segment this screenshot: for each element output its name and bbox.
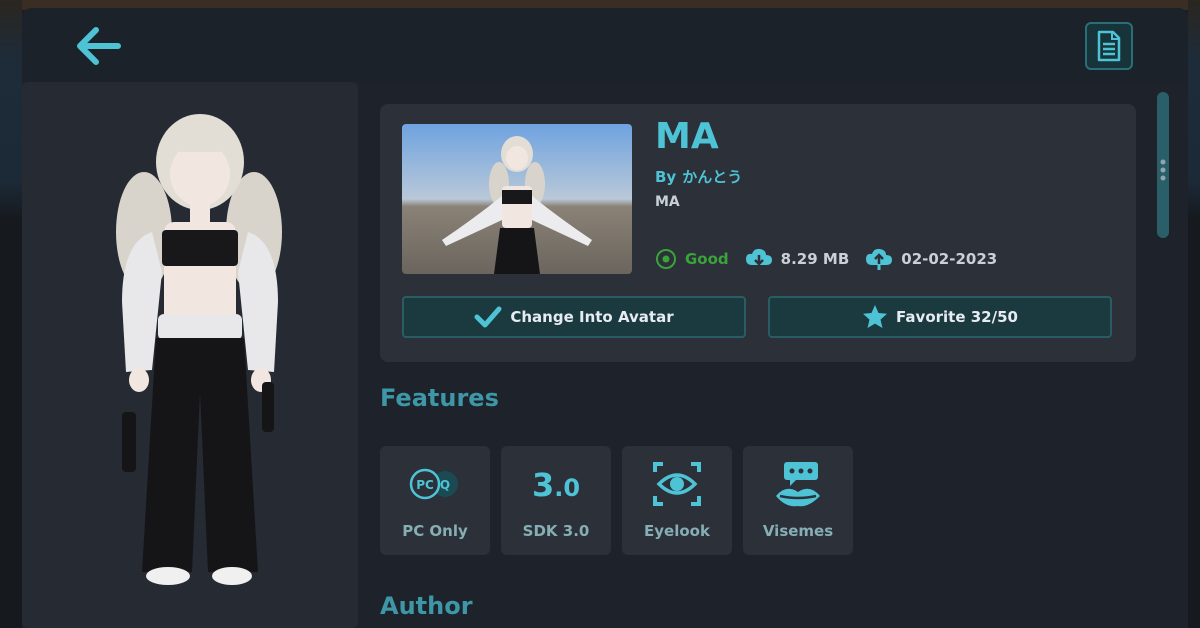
document-icon <box>1097 30 1121 62</box>
performance-rating: Good <box>655 248 729 270</box>
arrow-left-icon <box>77 27 121 65</box>
details-button[interactable] <box>1085 22 1133 70</box>
top-bar <box>22 8 1188 82</box>
eye-tracking-icon <box>653 462 701 506</box>
avatar-info-card: MA By かんとう MA Good 8.29 MB 02-02-2023 Ch… <box>380 104 1136 362</box>
feature-pc-only[interactable]: Q PC PC Only <box>380 446 490 555</box>
svg-text:Q: Q <box>440 478 450 492</box>
features-list: Q PC PC Only 3.0 SDK 3.0 Eyelook Visemes <box>380 446 864 555</box>
checkmark-icon <box>474 306 502 328</box>
author-line[interactable]: By かんとう <box>655 166 742 187</box>
background-left <box>0 0 22 628</box>
change-into-avatar-label: Change Into Avatar <box>510 308 674 326</box>
avatar-description: MA <box>655 194 680 210</box>
drag-handle-icon[interactable] <box>1159 158 1167 182</box>
feature-label: Eyelook <box>644 522 710 540</box>
performance-label: Good <box>685 250 729 268</box>
author-heading: Author <box>380 592 473 620</box>
download-size-value: 8.29 MB <box>780 250 850 268</box>
cloud-download-icon <box>745 248 772 266</box>
feature-sdk-version[interactable]: 3.0 SDK 3.0 <box>501 446 611 555</box>
feature-eyelook[interactable]: Eyelook <box>622 446 732 555</box>
download-size: 8.29 MB <box>745 247 850 271</box>
avatar-details-window: MA By かんとう MA Good 8.29 MB 02-02-2023 Ch… <box>22 8 1188 628</box>
favorite-button[interactable]: Favorite 32/50 <box>768 296 1112 338</box>
author-name[interactable]: かんとう <box>682 168 742 186</box>
performance-good-icon <box>656 249 676 269</box>
avatar-name: MA <box>655 116 719 157</box>
lips-speech-icon <box>776 462 820 507</box>
feature-label: Visemes <box>762 522 834 540</box>
favorite-label: Favorite 32/50 <box>896 308 1018 326</box>
feature-label: PC Only <box>402 522 468 540</box>
star-icon <box>863 305 888 328</box>
avatar-stats: Good 8.29 MB 02-02-2023 <box>655 246 1013 272</box>
change-into-avatar-button[interactable]: Change Into Avatar <box>402 296 746 338</box>
upload-date: 02-02-2023 <box>865 247 997 271</box>
svg-text:PC: PC <box>416 478 434 492</box>
cloud-upload-icon <box>866 248 893 270</box>
pc-quest-icon: Q PC <box>409 468 458 500</box>
avatar-preview-panel[interactable] <box>22 82 358 628</box>
feature-label: SDK 3.0 <box>522 522 590 540</box>
by-label: By <box>655 168 677 186</box>
svg-text:3.0: 3.0 <box>532 466 580 504</box>
background-right <box>1188 0 1200 628</box>
features-heading: Features <box>380 384 499 412</box>
upload-date-value: 02-02-2023 <box>901 250 998 268</box>
sdk-version-icon: 3.0 <box>532 466 580 504</box>
avatar-thumbnail <box>402 124 632 274</box>
avatar-3d-preview <box>116 114 282 585</box>
back-button[interactable] <box>72 24 124 68</box>
feature-visemes[interactable]: Visemes <box>743 446 853 555</box>
